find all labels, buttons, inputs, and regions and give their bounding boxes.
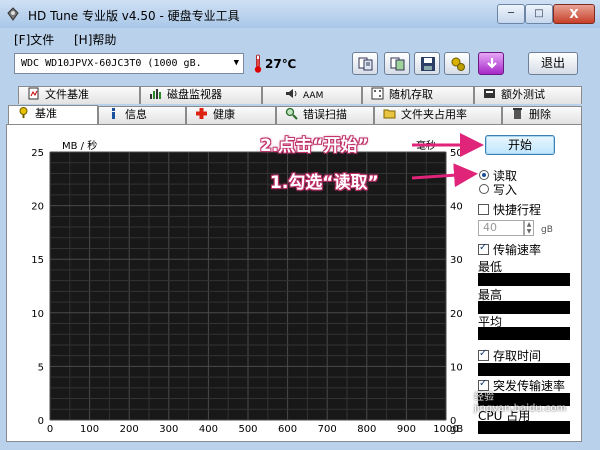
x-tick-label: 700 <box>318 424 337 435</box>
access-time-value <box>478 363 570 376</box>
cpu-value <box>478 421 570 434</box>
avg-value <box>478 327 570 340</box>
x-tick-label: 0 <box>47 424 53 435</box>
annotation-step2: 2.点击“开始” <box>260 136 369 156</box>
x-tick-label: 400 <box>199 424 218 435</box>
transfer-rate-checkbox[interactable] <box>478 242 489 255</box>
write-label: 写入 <box>493 183 518 197</box>
write-radio[interactable] <box>479 184 489 194</box>
start-button[interactable]: 开始 <box>485 135 555 155</box>
annotation-step1: 1.勾选“读取” <box>270 173 379 193</box>
y-tick-label: 25 <box>31 148 44 159</box>
y-tick-label: 20 <box>31 202 44 213</box>
x-tick-label: 300 <box>159 424 178 435</box>
tab-benchmark[interactable]: 基准 <box>8 105 98 124</box>
y-axis-label: MB / 秒 <box>62 139 97 152</box>
x-tick-label: 600 <box>278 424 297 435</box>
access-time-label: 存取时间 <box>493 349 542 363</box>
y-axis-right-ticks: 01020304050 <box>450 148 463 427</box>
x-tick-label: 500 <box>238 424 257 435</box>
short-stroke-label: 快捷行程 <box>493 203 542 217</box>
y-tick-label: 0 <box>38 416 44 427</box>
y-tick-label: 15 <box>31 255 44 266</box>
x-tick-label: 200 <box>120 424 139 435</box>
y-right-tick-label: 40 <box>450 202 463 213</box>
min-value <box>478 273 570 286</box>
y-axis-ticks: 0 5 10 15 20 25 <box>31 148 44 427</box>
y-axis-right-label: 毫秒 <box>416 139 436 152</box>
y-right-tick-label: 10 <box>450 362 463 373</box>
y-tick-label: 5 <box>38 362 44 373</box>
short-stroke-stepper[interactable]: ▲ ▼ <box>524 220 534 236</box>
tab-label: 基准 <box>35 107 57 120</box>
transfer-rate-label: 传输速率 <box>493 243 542 257</box>
x-axis-unit: gB <box>450 424 463 435</box>
y-right-tick-label: 20 <box>450 309 463 320</box>
short-stroke-input[interactable]: 40 <box>478 220 524 236</box>
y-tick-label: 10 <box>31 309 44 320</box>
x-tick-label: 800 <box>357 424 376 435</box>
y-right-tick-label: 30 <box>450 255 463 266</box>
x-tick-label: 900 <box>397 424 416 435</box>
watermark: 经验 jingyan.baidu.com <box>474 392 567 414</box>
y-right-tick-label: 50 <box>450 148 463 159</box>
access-time-checkbox[interactable] <box>478 348 489 361</box>
read-radio[interactable] <box>479 170 489 180</box>
x-axis-ticks: 0 100 200 300 400 500 600 700 800 900 1000 <box>47 424 459 435</box>
short-stroke-checkbox[interactable] <box>478 204 489 215</box>
benchmark-icon <box>19 107 28 118</box>
x-tick-label: 100 <box>80 424 99 435</box>
chart-grid <box>49 151 447 421</box>
short-stroke-unit: gB <box>541 225 553 235</box>
